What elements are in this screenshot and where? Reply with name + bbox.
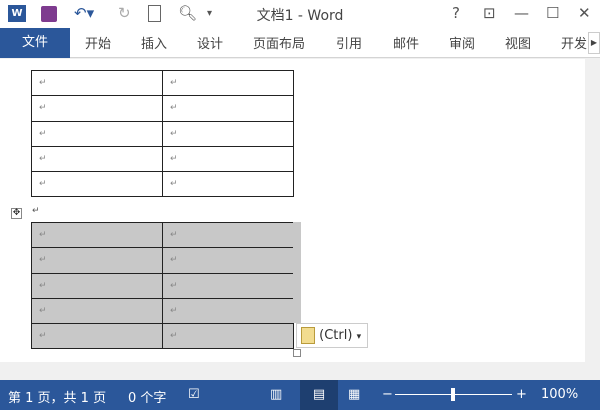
table-row: ↵ ↵ (31, 95, 294, 122)
tab-developer[interactable]: 开发 (561, 33, 587, 52)
tab-file[interactable]: 文件 (0, 28, 70, 58)
help-button[interactable]: ? (452, 4, 460, 22)
table-1[interactable]: ↵ ↵ ↵ ↵ ↵ ↵ ↵ ↵ ↵ ↵ (31, 69, 294, 198)
paste-options-button[interactable]: (Ctrl) ▾ (296, 323, 368, 348)
window-title: 文档1 - Word (256, 8, 344, 24)
table-resize-handle[interactable] (293, 349, 301, 357)
ribbon-display-button[interactable]: ⊡ (483, 4, 496, 22)
table-row: ↵ ↵ (31, 120, 294, 147)
row-end-selection (293, 222, 301, 323)
zoom-slider-thumb[interactable] (451, 388, 455, 401)
zoom-level[interactable]: 100% (541, 387, 578, 402)
ribbon-tabs: 文件 开始 插入 设计 页面布局 引用 邮件 审阅 视图 开发 ▶ (0, 28, 600, 58)
zoom-in-button[interactable]: + (516, 387, 527, 402)
table-row: ↵ ↵ (31, 272, 294, 299)
close-button[interactable]: ✕ (578, 4, 591, 22)
table-row: ↵ ↵ (31, 297, 294, 325)
ribbon-scroll-right[interactable]: ▶ (588, 32, 600, 54)
tab-view[interactable]: 视图 (505, 33, 531, 52)
tab-layout[interactable]: 页面布局 (253, 33, 305, 52)
maximize-button[interactable]: ☐ (546, 4, 559, 22)
word-count[interactable]: 0 个字 (128, 387, 166, 406)
paragraph-mark: ↵ (32, 206, 40, 216)
table-2-selected[interactable]: ↵ ↵ ↵ ↵ ↵ ↵ ↵ ↵ ↵ ↵ (31, 221, 294, 350)
tab-design[interactable]: 设计 (197, 33, 223, 52)
tab-references[interactable]: 引用 (336, 33, 362, 52)
table-row: ↵ ↵ (31, 171, 294, 198)
status-bar: 第 1 页，共 1 页 0 个字 ☑ ▥ ▤ ▦ − + 100% (0, 380, 600, 410)
read-mode-icon[interactable]: ▥ (270, 387, 282, 402)
table-row: ↵ ↵ (31, 221, 294, 249)
title-bar: W ↶▾ ↻ 🔍︎ ▾ 文档1 - Word ? ⊡ — ☐ ✕ (0, 0, 600, 28)
table-row: ↵ ↵ (31, 145, 294, 173)
table-move-handle[interactable]: ✥ (11, 208, 22, 219)
tab-home[interactable]: 开始 (85, 33, 111, 52)
table-row: ↵ ↵ (31, 69, 294, 97)
tab-mailings[interactable]: 邮件 (393, 33, 419, 52)
zoom-out-button[interactable]: − (382, 387, 393, 402)
paste-options-label: (Ctrl) (319, 328, 353, 343)
document-page[interactable]: ↵ ↵ ↵ ↵ ↵ ↵ ↵ ↵ ↵ ↵ ✥ ↵ ↵ ↵ ↵ ↵ ↵ ↵ ↵ ↵ ↵ ↵ (Ctrl)… (0, 59, 585, 362)
page-count[interactable]: 第 1 页，共 1 页 (8, 387, 106, 406)
table-row: ↵ ↵ (31, 247, 294, 274)
vertical-scrollbar[interactable] (585, 59, 600, 379)
tab-review[interactable]: 审阅 (449, 33, 475, 52)
chevron-down-icon: ▾ (356, 332, 362, 342)
proofing-icon[interactable]: ☑ (188, 387, 200, 402)
print-layout-button[interactable]: ▤ (300, 380, 338, 410)
tab-insert[interactable]: 插入 (141, 33, 167, 52)
web-layout-icon[interactable]: ▦ (348, 387, 360, 402)
minimize-button[interactable]: — (514, 4, 529, 22)
table-row: ↵ ↵ (31, 323, 294, 350)
clipboard-icon (301, 327, 315, 344)
